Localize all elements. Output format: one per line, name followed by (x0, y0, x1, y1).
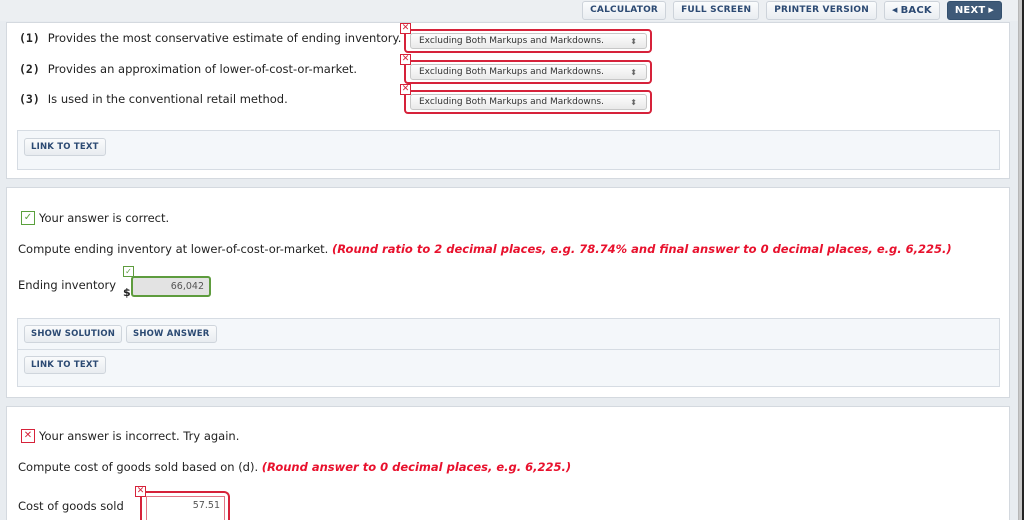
instruction-text: Compute ending inventory at lower-of-cos… (18, 242, 329, 256)
question-row-2: (2) Provides an approximation of lower-o… (19, 59, 357, 79)
rounding-note: (Round answer to 0 decimal places, e.g. … (261, 460, 572, 474)
select-arrows-icon: ⬍ (630, 98, 637, 107)
cost-of-goods-sold-label: Cost of goods sold (18, 499, 124, 513)
question-number: (2) (19, 62, 40, 76)
incorrect-icon: ✕ (21, 429, 35, 443)
select-value: Excluding Both Markups and Markdowns. (419, 67, 604, 77)
show-solution-button[interactable]: SHOW SOLUTION (24, 325, 123, 343)
select-arrows-icon: ⬍ (630, 68, 637, 77)
cost-of-goods-sold-input[interactable]: 57.51 (146, 496, 225, 520)
incorrect-icon: ✕ (400, 54, 411, 65)
select-value: Excluding Both Markups and Markdowns. (419, 97, 604, 107)
full-screen-label: FULL SCREEN (681, 5, 752, 15)
currency-symbol: $ (123, 286, 131, 299)
printer-version-button[interactable]: PRINTER VERSION (766, 1, 878, 20)
instruction-text: Compute cost of goods sold based on (d). (18, 460, 259, 474)
question-text: Provides an approximation of lower-of-co… (47, 62, 358, 76)
question-row-3: (3) Is used in the conventional retail m… (19, 89, 288, 109)
show-answer-button[interactable]: SHOW ANSWER (126, 325, 217, 343)
question-text: Is used in the conventional retail metho… (47, 92, 288, 106)
ending-inventory-label: Ending inventory (18, 278, 117, 292)
incorrect-icon: ✕ (400, 84, 411, 95)
scrollbar[interactable] (1018, 0, 1024, 520)
calculator-label: CALCULATOR (590, 5, 659, 15)
question-panel-matching: (1) Provides the most conservative estim… (6, 22, 1010, 179)
select-field[interactable]: Excluding Both Markups and Markdowns. ⬍ (410, 64, 647, 80)
answer-select-1[interactable]: Excluding Both Markups and Markdowns. ⬍ (404, 29, 652, 53)
link-to-text-button[interactable]: LINK TO TEXT (24, 356, 106, 374)
divider (18, 349, 999, 350)
question-row-1: (1) Provides the most conservative estim… (19, 28, 401, 48)
cost-of-goods-sold-input-wrapper[interactable]: 57.51 (140, 491, 230, 520)
full-screen-button[interactable]: FULL SCREEN (673, 1, 760, 20)
question-number: (3) (19, 92, 40, 106)
next-button[interactable]: NEXT ▶ (946, 1, 1002, 20)
instruction: Compute cost of goods sold based on (d).… (18, 460, 571, 474)
status-text: Your answer is correct. (39, 211, 170, 225)
chevron-right-icon: ▶ (988, 6, 994, 14)
ending-inventory-input[interactable]: 66,042 (131, 276, 211, 297)
rounding-note: (Round ratio to 2 decimal places, e.g. 7… (332, 242, 952, 256)
top-nav: CALCULATOR FULL SCREEN PRINTER VERSION ◀… (582, 1, 1002, 20)
next-label: NEXT (954, 5, 986, 16)
incorrect-icon: ✕ (400, 23, 411, 34)
select-field[interactable]: Excluding Both Markups and Markdowns. ⬍ (410, 33, 647, 49)
correct-status: ✓ Your answer is correct. (21, 211, 169, 225)
question-panel-cost-of-goods-sold: ✕ Your answer is incorrect. Try again. C… (6, 406, 1010, 520)
question-text: Provides the most conservative estimate … (47, 31, 402, 45)
printer-version-label: PRINTER VERSION (774, 5, 870, 15)
answer-select-3[interactable]: Excluding Both Markups and Markdowns. ⬍ (404, 90, 652, 114)
select-arrows-icon: ⬍ (630, 37, 637, 46)
select-value: Excluding Both Markups and Markdowns. (419, 36, 604, 46)
answer-select-2[interactable]: Excluding Both Markups and Markdowns. ⬍ (404, 60, 652, 84)
instruction: Compute ending inventory at lower-of-cos… (18, 242, 952, 256)
incorrect-status: ✕ Your answer is incorrect. Try again. (21, 429, 239, 443)
calculator-button[interactable]: CALCULATOR (582, 1, 667, 20)
back-button[interactable]: ◀ BACK (884, 1, 940, 20)
tools-box: SHOW SOLUTION SHOW ANSWER LINK TO TEXT (17, 318, 1000, 387)
incorrect-icon: ✕ (135, 486, 146, 497)
select-field[interactable]: Excluding Both Markups and Markdowns. ⬍ (410, 94, 647, 110)
tools-box: LINK TO TEXT (17, 130, 1000, 170)
top-toolbar: CALCULATOR FULL SCREEN PRINTER VERSION ◀… (0, 0, 1018, 21)
status-text: Your answer is incorrect. Try again. (39, 429, 240, 443)
question-number: (1) (19, 31, 40, 45)
question-panel-ending-inventory: ✓ Your answer is correct. Compute ending… (6, 187, 1010, 398)
chevron-left-icon: ◀ (892, 6, 898, 14)
back-label: BACK (900, 5, 932, 16)
link-to-text-button[interactable]: LINK TO TEXT (24, 138, 106, 156)
checkmark-icon: ✓ (21, 211, 35, 225)
